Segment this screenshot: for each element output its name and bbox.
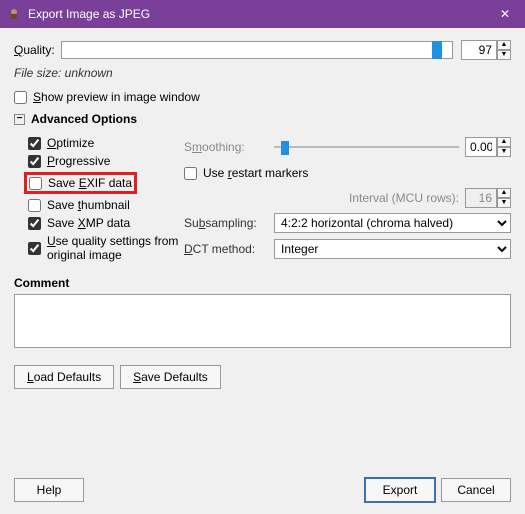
restart-markers-checkbox[interactable]: Use restart markers xyxy=(184,166,308,180)
progressive-checkbox[interactable]: Progressive xyxy=(28,154,184,168)
quality-spinner-arrows[interactable]: ▲▼ xyxy=(497,40,511,60)
subsampling-row: Subsampling: 4:2:2 horizontal (chroma ha… xyxy=(184,212,511,234)
titlebar: Export Image as JPEG ✕ xyxy=(0,0,525,28)
show-preview-input[interactable] xyxy=(14,91,27,104)
spinner-down-icon[interactable]: ▼ xyxy=(497,147,511,157)
save-exif-highlight: Save EXIF data xyxy=(24,172,137,194)
quality-slider[interactable] xyxy=(61,41,453,59)
help-button[interactable]: Help xyxy=(14,478,84,502)
subsampling-label: Subsampling: xyxy=(184,216,274,230)
save-xmp-input[interactable] xyxy=(28,217,41,230)
save-thumbnail-checkbox[interactable]: Save thumbnail xyxy=(28,198,184,212)
restart-markers-input[interactable] xyxy=(184,167,197,180)
optimize-checkbox[interactable]: Optimize xyxy=(28,136,184,150)
spinner-up-icon: ▲ xyxy=(497,188,511,198)
advanced-options-header[interactable]: − Advanced Options xyxy=(14,112,511,126)
spinner-down-icon: ▼ xyxy=(497,198,511,208)
cancel-button[interactable]: Cancel xyxy=(441,478,511,502)
dct-row: DCT method: Integer xyxy=(184,238,511,260)
save-exif-checkbox[interactable]: Save EXIF data xyxy=(29,176,132,190)
save-exif-input[interactable] xyxy=(29,177,42,190)
quality-input[interactable] xyxy=(461,40,497,60)
window-title: Export Image as JPEG xyxy=(28,7,485,21)
show-preview-checkbox[interactable]: Show preview in image window xyxy=(14,90,511,104)
use-quality-checkbox[interactable]: Use quality settings from original image xyxy=(28,234,184,262)
collapse-icon[interactable]: − xyxy=(14,114,25,125)
advanced-left-column: Optimize Progressive Save EXIF data Save… xyxy=(14,132,184,266)
close-icon: ✕ xyxy=(500,7,510,21)
comment-label: Comment xyxy=(14,276,511,290)
interval-row: Interval (MCU rows): ▲▼ xyxy=(184,188,511,208)
optimize-input[interactable] xyxy=(28,137,41,150)
save-xmp-checkbox[interactable]: Save XMP data xyxy=(28,216,184,230)
spinner-up-icon[interactable]: ▲ xyxy=(497,40,511,50)
dct-label: DCT method: xyxy=(184,242,274,256)
quality-label: Quality: xyxy=(14,43,55,57)
spinner-down-icon[interactable]: ▼ xyxy=(497,50,511,60)
dialog-content: Quality: ▲▼ File size: unknown Show prev… xyxy=(0,28,525,514)
smoothing-slider[interactable] xyxy=(274,143,459,151)
app-icon xyxy=(6,6,22,22)
show-preview-label: Show preview in image window xyxy=(33,90,200,104)
file-size-text: File size: unknown xyxy=(14,66,511,80)
interval-input xyxy=(465,188,497,208)
load-defaults-button[interactable]: Load Defaults xyxy=(14,365,114,389)
save-thumbnail-input[interactable] xyxy=(28,199,41,212)
comment-textarea[interactable] xyxy=(14,294,511,348)
quality-slider-thumb[interactable] xyxy=(432,41,442,59)
smoothing-spinner[interactable]: ▲▼ xyxy=(465,137,511,157)
dct-select[interactable]: Integer xyxy=(274,239,511,259)
restart-markers-row: Use restart markers xyxy=(184,162,511,184)
bottom-button-row: Help Export Cancel xyxy=(14,478,511,502)
export-button[interactable]: Export xyxy=(365,478,435,502)
spinner-up-icon[interactable]: ▲ xyxy=(497,137,511,147)
interval-label: Interval (MCU rows): xyxy=(349,191,459,205)
advanced-options-body: Optimize Progressive Save EXIF data Save… xyxy=(14,132,511,266)
progressive-input[interactable] xyxy=(28,155,41,168)
smoothing-thumb[interactable] xyxy=(281,141,289,155)
close-button[interactable]: ✕ xyxy=(485,0,525,28)
advanced-options-label: Advanced Options xyxy=(31,112,137,126)
use-quality-input[interactable] xyxy=(28,242,41,255)
subsampling-select[interactable]: 4:2:2 horizontal (chroma halved) xyxy=(274,213,511,233)
smoothing-input[interactable] xyxy=(465,137,497,157)
smoothing-label: Smoothing: xyxy=(184,140,274,154)
smoothing-row: Smoothing: ▲▼ xyxy=(184,136,511,158)
defaults-button-row: Load Defaults Save Defaults xyxy=(14,365,511,389)
advanced-right-column: Smoothing: ▲▼ Use restart markers Interv… xyxy=(184,132,511,266)
quality-spinner[interactable]: ▲▼ xyxy=(461,40,511,60)
save-defaults-button[interactable]: Save Defaults xyxy=(120,365,221,389)
quality-row: Quality: ▲▼ xyxy=(14,40,511,60)
interval-spinner: ▲▼ xyxy=(465,188,511,208)
